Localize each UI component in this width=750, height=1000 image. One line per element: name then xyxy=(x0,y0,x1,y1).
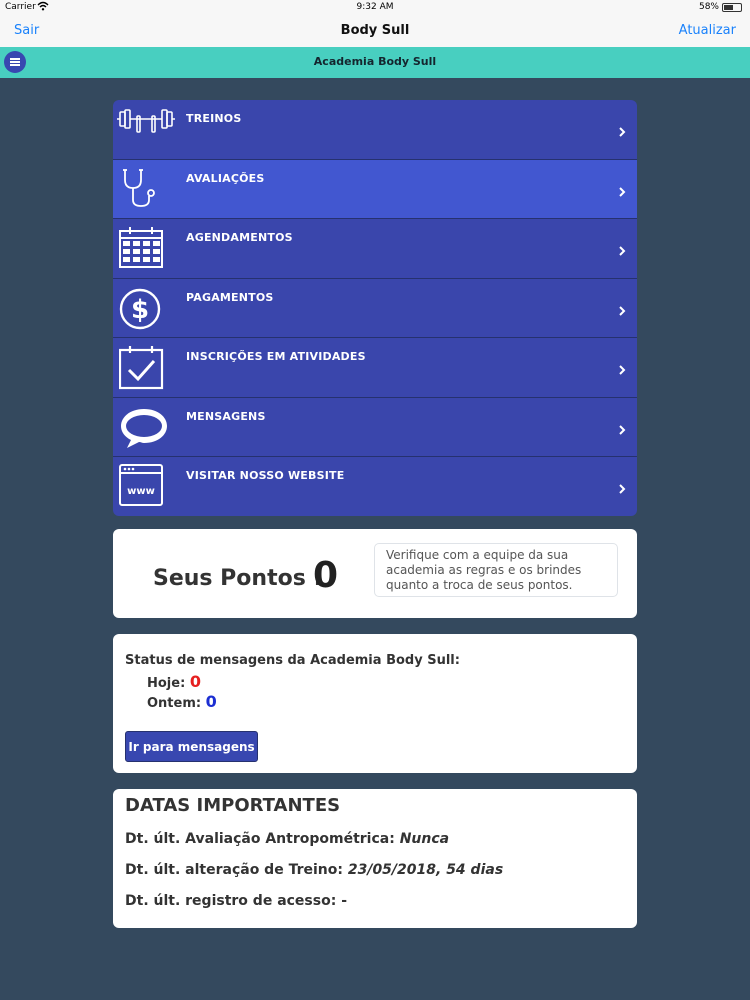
menu-item-label: INSCRIÇÕES EM ATIVIDADES xyxy=(186,350,366,363)
main-menu: TREINOS AVALIAÇÕES AGENDAMENTOS $ PAGAME… xyxy=(113,100,637,516)
today-row: Hoje: 0 xyxy=(147,672,201,691)
yesterday-count: 0 xyxy=(205,692,217,711)
menu-item-avaliacoes[interactable]: AVALIAÇÕES xyxy=(113,159,637,219)
top-bar: Carrier 9:32 AM 58% Sair Body Sull Atual… xyxy=(0,0,750,47)
svg-text:www: www xyxy=(127,486,155,497)
clock: 9:32 AM xyxy=(356,2,394,12)
svg-text:$: $ xyxy=(131,295,149,325)
menu-item-website[interactable]: www VISITAR NOSSO WEBSITE xyxy=(113,457,637,516)
today-label: Hoje: xyxy=(147,676,186,691)
menu-item-label: AGENDAMENTOS xyxy=(186,231,293,244)
refresh-button[interactable]: Atualizar xyxy=(679,23,736,38)
last-assessment-label: Dt. últ. Avaliação Antropométrica: xyxy=(125,831,395,847)
points-card: Seus Pontos : 0 Verifique com a equipe d… xyxy=(113,529,637,618)
messages-status-heading: Status de mensagens da Academia Body Sul… xyxy=(125,653,460,668)
points-label: Seus Pontos : xyxy=(153,566,323,591)
page-title: Body Sull xyxy=(340,23,410,38)
chevron-right-icon xyxy=(616,242,628,256)
menu-item-pagamentos[interactable]: $ PAGAMENTOS xyxy=(113,279,637,338)
academy-header: Academia Body Sull xyxy=(0,47,750,78)
last-access-label: Dt. últ. registro de acesso: xyxy=(125,893,337,909)
yesterday-row: Ontem: 0 xyxy=(147,692,217,711)
menu-item-label: MENSAGENS xyxy=(186,409,266,423)
menu-item-agendamentos[interactable]: AGENDAMENTOS xyxy=(113,219,637,279)
menu-item-treinos[interactable]: TREINOS xyxy=(113,100,637,160)
last-training-change-label: Dt. últ. alteração de Treino: xyxy=(125,862,343,878)
menu-item-inscricoes[interactable]: INSCRIÇÕES EM ATIVIDADES xyxy=(113,338,637,398)
speech-bubble-icon xyxy=(119,404,167,450)
chevron-right-icon xyxy=(616,361,628,375)
last-access-line: Dt. últ. registro de acesso: - xyxy=(125,893,347,909)
battery-icon xyxy=(722,3,742,12)
calendar-check-icon xyxy=(118,344,165,390)
calendar-icon xyxy=(119,225,165,271)
important-dates-heading: DATAS IMPORTANTES xyxy=(125,795,341,816)
academy-title: Academia Body Sull xyxy=(313,55,437,68)
chevron-right-icon xyxy=(616,123,628,137)
menu-item-mensagens[interactable]: MENSAGENS xyxy=(113,398,637,457)
www-icon: www xyxy=(119,463,165,509)
chevron-right-icon xyxy=(616,302,628,316)
chevron-right-icon xyxy=(616,480,628,494)
menu-item-label: VISITAR NOSSO WEBSITE xyxy=(186,469,345,482)
important-dates-card: DATAS IMPORTANTES Dt. últ. Avaliação Ant… xyxy=(113,789,637,928)
dumbbell-icon xyxy=(117,106,175,152)
points-value: 0 xyxy=(313,555,339,596)
chevron-right-icon xyxy=(616,421,628,435)
go-to-messages-button[interactable]: Ir para mensagens xyxy=(125,731,258,762)
status-bar: Carrier 9:32 AM 58% xyxy=(0,0,750,16)
battery-percent: 58% xyxy=(698,2,719,12)
points-info-note: Verifique com a equipe da sua academia a… xyxy=(374,543,618,597)
messages-status-card: Status de mensagens da Academia Body Sul… xyxy=(113,634,637,773)
last-access-value: - xyxy=(341,893,347,909)
menu-item-label: TREINOS xyxy=(186,112,242,125)
last-assessment-value: Nunca xyxy=(399,831,450,847)
last-training-change-value: 23/05/2018, 54 dias xyxy=(347,862,504,878)
last-assessment-line: Dt. últ. Avaliação Antropométrica: Nunca xyxy=(125,831,449,847)
menu-item-label: PAGAMENTOS xyxy=(186,290,274,304)
dollar-icon: $ xyxy=(119,285,165,331)
menu-item-label: AVALIAÇÕES xyxy=(186,171,265,185)
chevron-right-icon xyxy=(616,183,628,197)
today-count: 0 xyxy=(189,672,201,691)
stethoscope-icon xyxy=(119,166,165,212)
yesterday-label: Ontem: xyxy=(147,696,202,711)
last-training-change-line: Dt. últ. alteração de Treino: 23/05/2018… xyxy=(125,862,503,878)
